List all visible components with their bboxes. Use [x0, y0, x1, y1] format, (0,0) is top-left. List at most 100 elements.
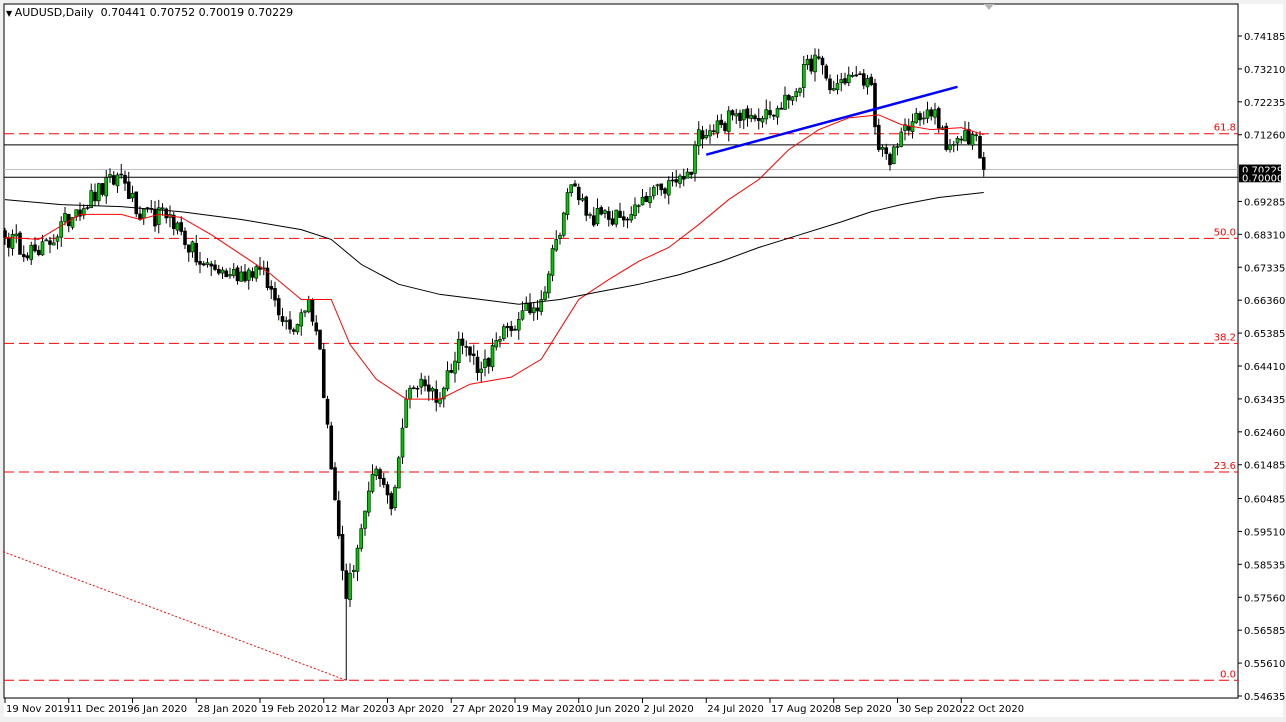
candle-bull [420, 379, 423, 387]
candle-bull [502, 327, 505, 339]
candle-bull [652, 187, 655, 196]
candle-bear [682, 176, 685, 179]
candle-bull [555, 239, 558, 250]
candle-bear [337, 501, 340, 536]
symbol-label: AUDUSD,Daily [15, 6, 94, 19]
candle-bear [701, 131, 704, 139]
candle-bear [664, 189, 667, 194]
candle-bull [229, 275, 232, 276]
candle-bear [829, 79, 832, 90]
candle-bear [139, 214, 142, 220]
candle-bear [874, 83, 877, 127]
candle-bull [296, 324, 299, 332]
candle-bear [274, 288, 277, 300]
candle-bull [956, 138, 959, 143]
candle-bear [326, 399, 329, 424]
candle-bear [469, 347, 472, 355]
candle-bear [124, 175, 127, 183]
candle-bull [750, 115, 753, 118]
candle-bull [56, 237, 59, 241]
candle-bear [660, 184, 663, 190]
candle-bear [281, 316, 284, 321]
candle-bull [532, 308, 535, 313]
candle-bear [7, 239, 10, 248]
high-value: 0.70752 [150, 6, 196, 19]
candle-bull [45, 240, 48, 241]
fib-level-label: 61.8 [1214, 123, 1236, 134]
candle-bull [934, 110, 937, 117]
plot-area [4, 4, 1238, 698]
candle-bear [315, 323, 318, 331]
candle-bull [630, 214, 633, 220]
candle-bear [461, 339, 464, 346]
candle-bear [86, 208, 89, 209]
candle-bear [772, 115, 775, 116]
candle-bull [11, 234, 14, 248]
candle-bear [390, 493, 393, 508]
candle-bull [499, 339, 502, 341]
candle-bull [394, 487, 397, 507]
candle-bull [784, 95, 787, 109]
candle-bull [679, 176, 682, 183]
candle-bear [945, 126, 948, 149]
collapse-triangle-icon[interactable]: ▼ [6, 9, 15, 18]
candle-bull [116, 175, 119, 186]
candle-bear [585, 197, 588, 215]
candle-bull [480, 369, 483, 373]
candle-bull [637, 206, 640, 207]
x-tick-label: 27 Apr 2020 [452, 704, 514, 715]
candle-bear [412, 388, 415, 389]
candle-bull [581, 199, 584, 201]
candle-bull [705, 135, 708, 137]
x-tick-label: 17 Aug 2020 [771, 704, 835, 715]
candle-bull [232, 269, 235, 275]
x-tick-label: 6 Jan 2020 [134, 704, 188, 715]
candle-bear [757, 118, 760, 120]
candle-bear [514, 329, 517, 330]
candle-bull [686, 172, 689, 178]
candle-bull [761, 118, 764, 122]
candle-bull [551, 249, 554, 276]
candle-bull [90, 191, 93, 208]
candle-bear [319, 330, 322, 349]
candle-bull [176, 223, 179, 230]
candle-bear [289, 320, 292, 329]
candle-bull [525, 303, 528, 310]
y-tick-label: 0.68310 [1244, 230, 1285, 241]
candle-bull [814, 55, 817, 72]
candle-bull [97, 184, 100, 201]
candle-bull [922, 118, 925, 119]
candle-bear [135, 192, 138, 214]
candle-bull [832, 88, 835, 90]
fib-level-label: 50.0 [1214, 227, 1236, 238]
candle-bear [472, 354, 475, 356]
candle-bear [877, 125, 880, 149]
candle-bull [634, 205, 637, 216]
candle-bear [49, 241, 52, 245]
candle-bull [401, 428, 404, 457]
candle-bear [889, 154, 892, 165]
candle-bear [334, 468, 337, 500]
chart-header: ▼ AUDUSD,Daily 0.70441 0.70752 0.70019 0… [6, 6, 293, 19]
candle-bull [304, 311, 307, 312]
candle-bear [26, 256, 29, 258]
candle-bear [821, 58, 824, 65]
candle-bull [375, 469, 378, 476]
candle-bull [300, 313, 303, 326]
candle-bull [559, 235, 562, 238]
price-chart[interactable]: 61.850.038.223.60.0 0.741850.732100.7223… [0, 0, 1286, 722]
candle-bear [94, 192, 97, 201]
candle-bull [191, 242, 194, 252]
candle-bear [769, 110, 772, 114]
y-tick-label: 0.54635 [1244, 692, 1285, 703]
y-tick-label: 0.58535 [1244, 560, 1285, 571]
candle-bear [690, 172, 693, 174]
y-tick-label: 0.73210 [1244, 65, 1285, 76]
candle-bear [251, 272, 254, 278]
candle-bull [840, 80, 843, 83]
candle-bull [949, 145, 952, 150]
candle-bear [244, 272, 247, 281]
x-tick-label: 30 Sep 2020 [899, 704, 962, 715]
candle-bear [622, 217, 625, 220]
low-value: 0.70019 [199, 6, 245, 19]
